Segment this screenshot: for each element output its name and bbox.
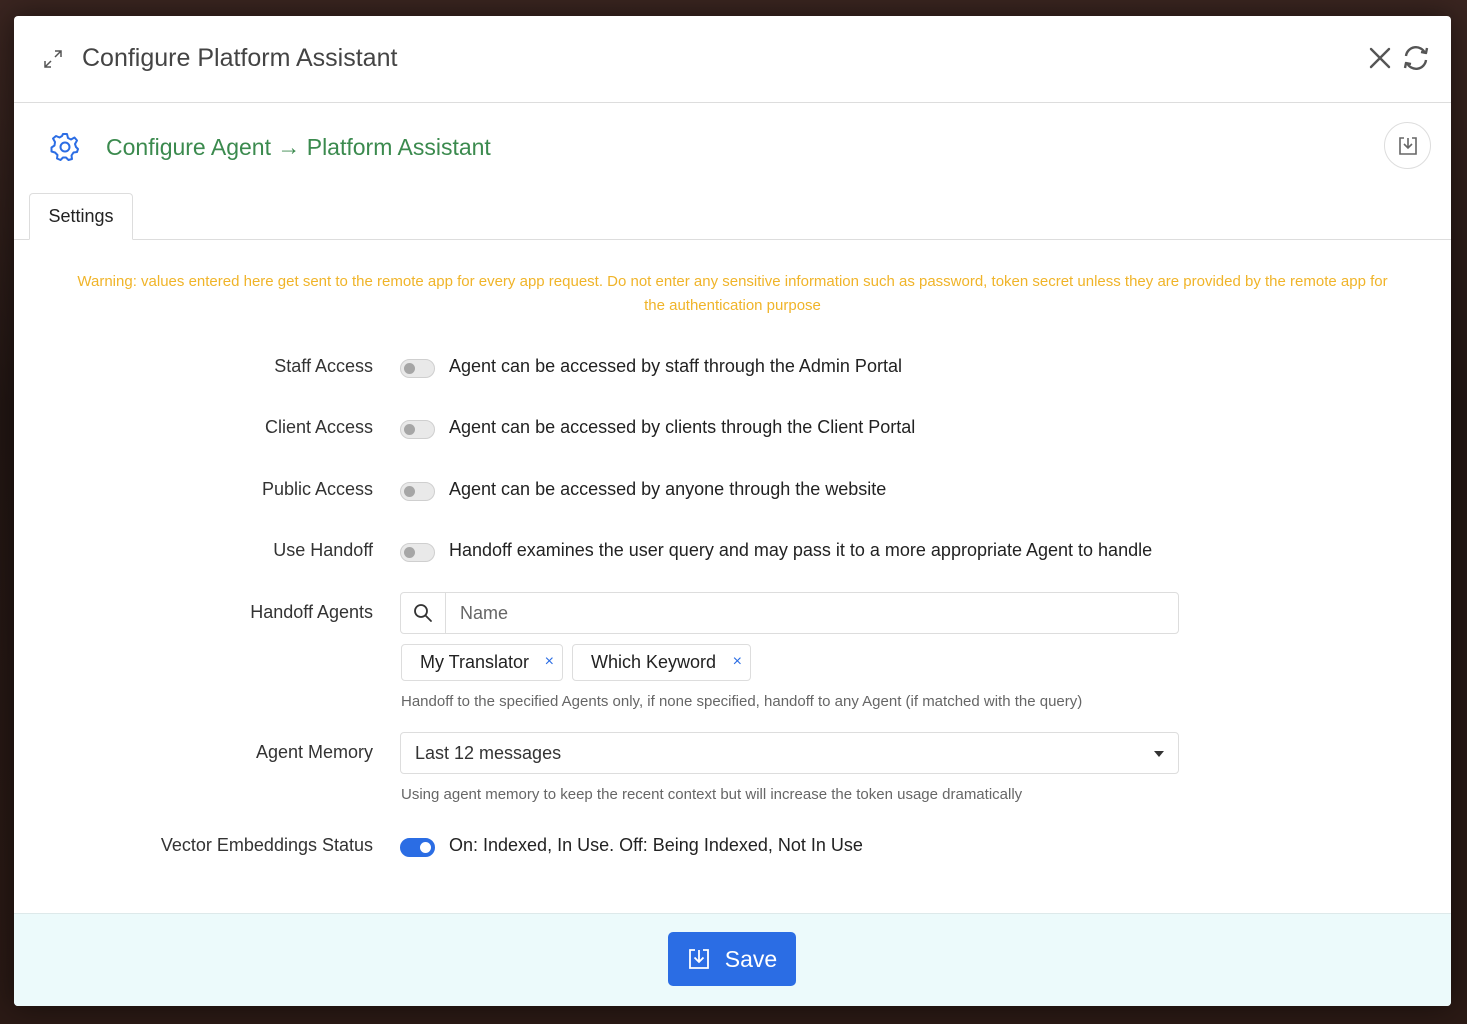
chip-my-translator: My Translator ×	[401, 644, 563, 681]
breadcrumb: Configure Agent → Platform Assistant	[106, 134, 491, 160]
configure-modal: Configure Platform Assistant Configure A…	[14, 16, 1451, 1006]
agent-memory-value: Last 12 messages	[415, 743, 562, 763]
public-access-description: Agent can be accessed by anyone through …	[449, 479, 887, 499]
client-access-toggle[interactable]	[400, 420, 435, 439]
chip-label: Which Keyword	[591, 652, 717, 672]
save-icon	[688, 949, 709, 969]
modal-title: Configure Platform Assistant	[82, 44, 398, 72]
save-button[interactable]: Save	[668, 932, 796, 986]
staff-access-label: Staff Access	[274, 356, 373, 376]
public-access-toggle[interactable]	[400, 482, 435, 501]
use-handoff-label: Use Handoff	[273, 540, 373, 560]
tab-settings[interactable]: Settings	[29, 193, 133, 240]
agent-memory-help: Using agent memory to keep the recent co…	[401, 786, 1023, 803]
search-icon-wrapper	[401, 593, 446, 633]
handoff-agents-help: Handoff to the specified Agents only, if…	[401, 693, 1083, 710]
chip-remove-icon[interactable]: ×	[545, 653, 554, 671]
agent-memory-select[interactable]: Last 12 messages	[400, 732, 1179, 774]
tabs-divider	[14, 239, 1451, 240]
vector-embeddings-description: On: Indexed, In Use. Off: Being Indexed,…	[449, 835, 863, 855]
refresh-icon[interactable]	[1401, 44, 1431, 72]
handoff-agents-input[interactable]	[447, 593, 1177, 633]
download-button[interactable]	[1384, 122, 1431, 169]
chip-remove-icon[interactable]: ×	[733, 653, 742, 671]
close-icon[interactable]	[1368, 46, 1392, 70]
client-access-label: Client Access	[264, 417, 373, 437]
expand-icon[interactable]	[42, 48, 64, 70]
public-access-label: Public Access	[261, 479, 373, 499]
save-label: Save	[724, 945, 778, 972]
use-handoff-toggle[interactable]	[400, 543, 435, 562]
staff-access-description: Agent can be accessed by staff through t…	[449, 356, 902, 376]
staff-access-toggle[interactable]	[400, 359, 435, 378]
handoff-agents-label: Handoff Agents	[250, 602, 373, 622]
handoff-agents-search	[400, 592, 1179, 634]
client-access-description: Agent can be accessed by clients through…	[449, 417, 916, 437]
download-icon	[1398, 136, 1417, 155]
modal-header: Configure Platform Assistant	[14, 16, 1451, 103]
chip-which-keyword: Which Keyword ×	[572, 644, 751, 681]
agent-memory-label: Agent Memory	[255, 742, 373, 762]
search-icon	[414, 604, 432, 622]
warning-message: Warning: values entered here get sent to…	[77, 273, 1388, 314]
vector-embeddings-label: Vector Embeddings Status	[160, 835, 373, 855]
caret-down-icon	[1154, 751, 1164, 757]
vector-embeddings-toggle[interactable]	[400, 838, 435, 857]
use-handoff-description: Handoff examines the user query and may …	[449, 540, 1153, 560]
chip-label: My Translator	[420, 652, 530, 672]
gear-icon	[50, 133, 79, 161]
